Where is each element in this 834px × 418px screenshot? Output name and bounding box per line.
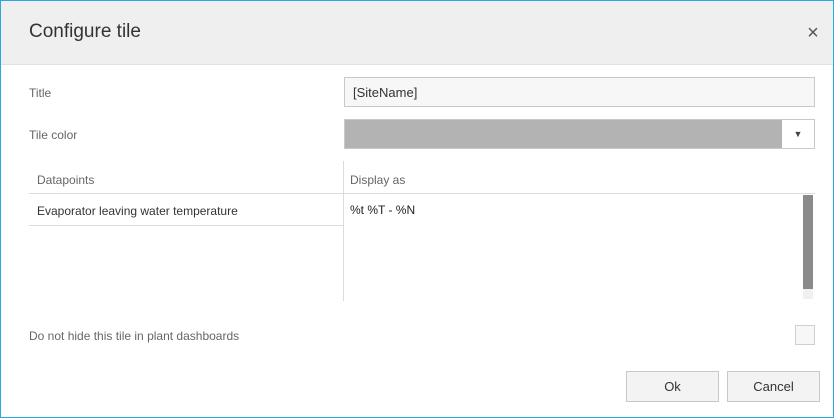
configure-tile-dialog: Configure tile × Title Tile color ▼ Data… bbox=[0, 0, 834, 418]
cancel-button[interactable]: Cancel bbox=[727, 371, 820, 402]
tile-color-swatch bbox=[345, 120, 782, 148]
hide-tile-checkbox[interactable] bbox=[795, 325, 815, 345]
scrollbar-thumb[interactable] bbox=[803, 195, 813, 289]
row-divider bbox=[29, 225, 343, 226]
column-divider bbox=[343, 161, 344, 301]
close-icon[interactable]: × bbox=[801, 21, 825, 45]
datapoints-table: Datapoints Display as Evaporator leaving… bbox=[29, 161, 815, 301]
tile-color-select[interactable]: ▼ bbox=[344, 119, 815, 149]
scrollbar[interactable] bbox=[803, 195, 813, 299]
display-as-input[interactable] bbox=[345, 195, 801, 225]
display-as-column-header: Display as bbox=[350, 173, 406, 187]
title-input[interactable] bbox=[344, 77, 815, 107]
ok-button[interactable]: Ok bbox=[626, 371, 719, 402]
chevron-down-icon[interactable]: ▼ bbox=[782, 120, 814, 148]
tile-color-label: Tile color bbox=[29, 128, 78, 142]
dialog-title: Configure tile bbox=[29, 21, 141, 42]
hide-tile-label: Do not hide this tile in plant dashboard… bbox=[29, 329, 240, 343]
datapoint-name: Evaporator leaving water temperature bbox=[37, 204, 238, 218]
header-divider bbox=[29, 193, 815, 194]
title-label: Title bbox=[29, 86, 52, 100]
datapoints-column-header: Datapoints bbox=[37, 173, 95, 187]
dialog-header: Configure tile × bbox=[1, 1, 833, 65]
